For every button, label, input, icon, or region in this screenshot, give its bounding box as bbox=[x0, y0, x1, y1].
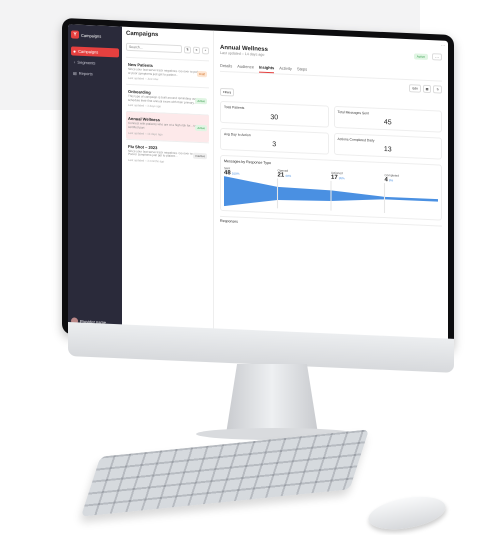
stat-card: Total Patients 30 bbox=[220, 100, 329, 128]
sidebar-item-reports[interactable]: ▤ Reports bbox=[71, 68, 119, 79]
stat-card: Avg Day to Action 3 bbox=[220, 127, 329, 155]
stage-percent: 100% bbox=[231, 171, 240, 176]
stat-card: Actions Completed Daily 13 bbox=[333, 132, 442, 160]
tab-details[interactable]: Details bbox=[220, 61, 232, 72]
sidebar-item-label: Segments bbox=[77, 59, 96, 66]
keyboard bbox=[80, 429, 370, 517]
stat-value: 45 bbox=[383, 119, 392, 127]
reports-icon: ▤ bbox=[73, 70, 77, 76]
stats-grid: Total Patients 30 Total Messages Sent 45… bbox=[220, 100, 442, 160]
more-icon[interactable]: ··· bbox=[432, 53, 442, 61]
list-item[interactable]: Onboarding This type of campaign is buil… bbox=[126, 83, 209, 115]
sort-icon[interactable]: ⇅ bbox=[184, 45, 191, 54]
list-item[interactable]: Flu Shot – 2023 Since your last serve tr… bbox=[126, 138, 209, 170]
monitor-stand bbox=[226, 364, 318, 434]
list-title: Campaigns bbox=[126, 30, 159, 39]
tab-audience[interactable]: Audience bbox=[237, 62, 254, 73]
add-icon[interactable]: + bbox=[202, 46, 209, 54]
stat-value: 30 bbox=[270, 114, 279, 122]
sidebar: Y Campaigns ◈ Campaigns ◔ Segments ▤ Rep… bbox=[68, 24, 122, 331]
stage-percent: 8% bbox=[388, 178, 394, 183]
response-chart: Messages by Response Type Sent 48100% Ope… bbox=[220, 154, 442, 221]
stat-value: 3 bbox=[272, 141, 277, 149]
filter-icon[interactable]: ≡ bbox=[193, 46, 200, 54]
tab-activity[interactable]: Activity bbox=[279, 63, 292, 74]
stat-card: Total Messages Sent 45 bbox=[333, 105, 442, 133]
app-screen: Y Campaigns ◈ Campaigns ◔ Segments ▤ Rep… bbox=[68, 24, 448, 345]
sidebar-item-segments[interactable]: ◔ Segments bbox=[71, 57, 119, 68]
status-badge: Active bbox=[195, 125, 207, 132]
status-badge: Active bbox=[413, 53, 428, 60]
edit-button[interactable]: Edit bbox=[409, 84, 421, 93]
list-item[interactable]: Annual Wellness Connect with patients wh… bbox=[126, 111, 209, 142]
grid-icon[interactable]: ▦ bbox=[422, 84, 432, 94]
search-row: ⇅ ≡ + bbox=[126, 42, 209, 55]
stage-percent: 35% bbox=[338, 176, 345, 181]
brand[interactable]: Y Campaigns bbox=[71, 30, 119, 40]
sidebar-item-label: Reports bbox=[78, 70, 93, 77]
more-icon[interactable]: ··· bbox=[441, 43, 445, 48]
sidebar-item-campaigns[interactable]: ◈ Campaigns bbox=[71, 46, 119, 58]
status-badge: Draft bbox=[196, 70, 207, 78]
refresh-icon[interactable]: ↻ bbox=[433, 85, 442, 94]
page-subtitle: Last updated – 14 days ago bbox=[220, 50, 265, 57]
stat-value: 13 bbox=[383, 146, 392, 154]
segments-icon: ◔ bbox=[73, 59, 76, 65]
status-badge: Inactive bbox=[193, 152, 207, 159]
brand-name: Campaigns bbox=[81, 32, 102, 39]
status-badge: Active bbox=[195, 98, 207, 105]
tab-insights[interactable]: Insights bbox=[258, 62, 275, 74]
filter-button[interactable]: Filters bbox=[220, 87, 235, 97]
megaphone-icon: ◈ bbox=[73, 48, 77, 54]
list-item[interactable]: New Patients Since your last serve track… bbox=[126, 56, 209, 88]
campaign-list-panel: Campaigns ⇅ ≡ + New Patients Since your … bbox=[122, 26, 214, 335]
logo-icon: Y bbox=[71, 30, 79, 39]
monitor-bezel: Y Campaigns ◈ Campaigns ◔ Segments ▤ Rep… bbox=[62, 18, 454, 352]
sidebar-item-label: Campaigns bbox=[78, 48, 99, 55]
search-input[interactable] bbox=[126, 42, 182, 54]
stage-percent: 44% bbox=[285, 173, 292, 179]
tab-steps[interactable]: Steps bbox=[297, 64, 307, 74]
mouse bbox=[365, 491, 449, 535]
campaign-detail: ··· Annual Wellness Last updated – 14 da… bbox=[214, 31, 448, 345]
